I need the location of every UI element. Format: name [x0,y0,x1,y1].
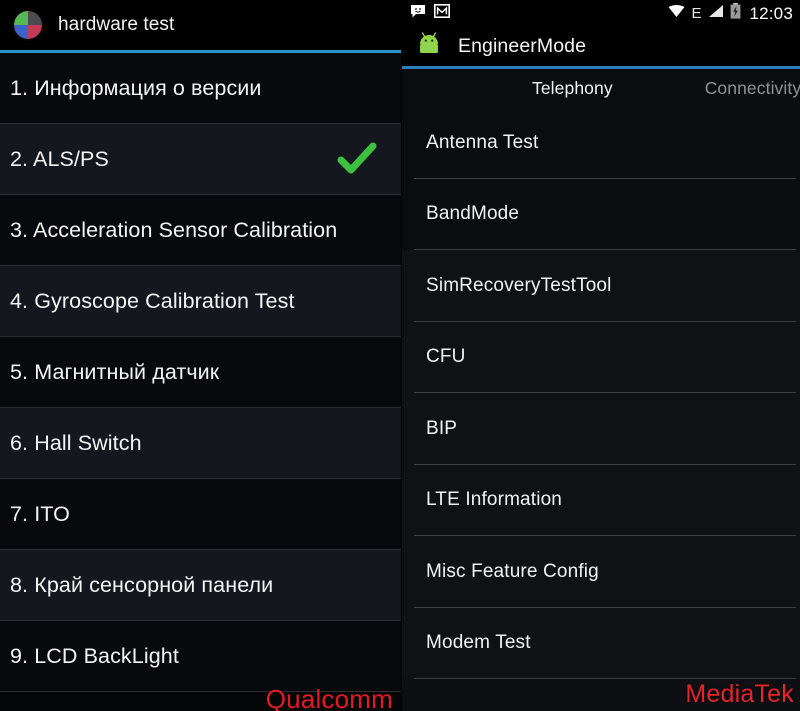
list-item-label: 1. Информация о версии [10,75,262,100]
signal-icon [707,4,724,23]
gmail-icon [434,4,450,23]
list-item[interactable]: 3. Acceleration Sensor Calibration [0,195,401,266]
tab-bar: Telephony Connectivity [402,69,800,107]
list-item[interactable]: 7. ITO [0,479,401,550]
list-item-label: 5. Магнитный датчик [10,359,220,384]
list-item[interactable]: CFU [402,321,800,393]
list-item[interactable]: SimRecoveryTestTool [402,250,800,322]
screenshot-root: hardware test 1. Информация о версии 2. … [0,0,800,711]
list-item-label: 4. Gyroscope Calibration Test [10,288,295,313]
page-title: EngineerMode [458,35,587,57]
list-item[interactable]: 4. Gyroscope Calibration Test [0,266,401,337]
list-item[interactable]: LTE Information [402,464,800,536]
list-item[interactable]: 1. Информация о версии [0,53,401,124]
android-robot-icon [416,31,442,62]
list-item[interactable]: Misc Feature Config [402,536,800,608]
android-status-bar: E 12:03 [402,0,800,27]
list-item[interactable]: BandMode [402,178,800,250]
list-item-label: 9. LCD BackLight [10,643,179,668]
hardware-test-icon [14,11,42,39]
mediatek-engineermode-panel: E 12:03 EngineerMode Telephony Connectiv… [401,0,800,711]
list-item-label: Misc Feature Config [426,560,599,582]
status-bar-notification-icons [410,4,668,24]
check-icon [337,142,377,176]
engineermode-list: Antenna Test BandMode SimRecoveryTestToo… [402,107,800,679]
list-item[interactable]: BIP [402,393,800,465]
page-title: hardware test [58,14,175,35]
hardware-test-header: hardware test [0,0,401,50]
list-item[interactable]: Modem Test [402,607,800,679]
list-item-label: Antenna Test [426,131,539,153]
list-item[interactable]: 8. Край сенсорной панели [0,550,401,621]
qualcomm-hardware-test-panel: hardware test 1. Информация о версии 2. … [0,0,401,711]
list-item[interactable]: 6. Hall Switch [0,408,401,479]
list-item-label: CFU [426,346,466,368]
status-bar-clock: 12:03 [749,3,793,23]
battery-charging-icon [730,3,741,24]
hardware-test-list: 1. Информация о версии 2. ALS/PS 3. Acce… [0,53,401,692]
list-item[interactable]: 5. Магнитный датчик [0,337,401,408]
list-item-label: 3. Acceleration Sensor Calibration [10,217,338,242]
list-item-label: LTE Information [426,489,563,511]
list-item-label: 7. ITO [10,501,70,526]
list-item-label: BandMode [426,203,520,225]
list-item-label: 6. Hall Switch [10,430,142,455]
list-item[interactable]: Antenna Test [402,107,800,179]
list-item-label: BIP [426,417,458,439]
list-item[interactable]: 2. ALS/PS [0,124,401,195]
wifi-icon [668,4,685,23]
status-bar-system-icons: E 12:03 [668,3,793,24]
engineermode-header: EngineerMode [402,27,800,66]
list-item[interactable]: 9. LCD BackLight [0,621,401,692]
mediatek-watermark: MediaTek [685,680,794,708]
network-type-label: E [691,5,702,22]
list-item-label: Modem Test [426,632,531,654]
list-item-label: 2. ALS/PS [10,146,109,171]
tab-telephony[interactable]: Telephony [532,78,613,99]
sms-icon [410,4,426,24]
list-item-label: SimRecoveryTestTool [426,274,612,296]
tab-connectivity[interactable]: Connectivity [705,78,800,99]
list-item-label: 8. Край сенсорной панели [10,572,274,597]
